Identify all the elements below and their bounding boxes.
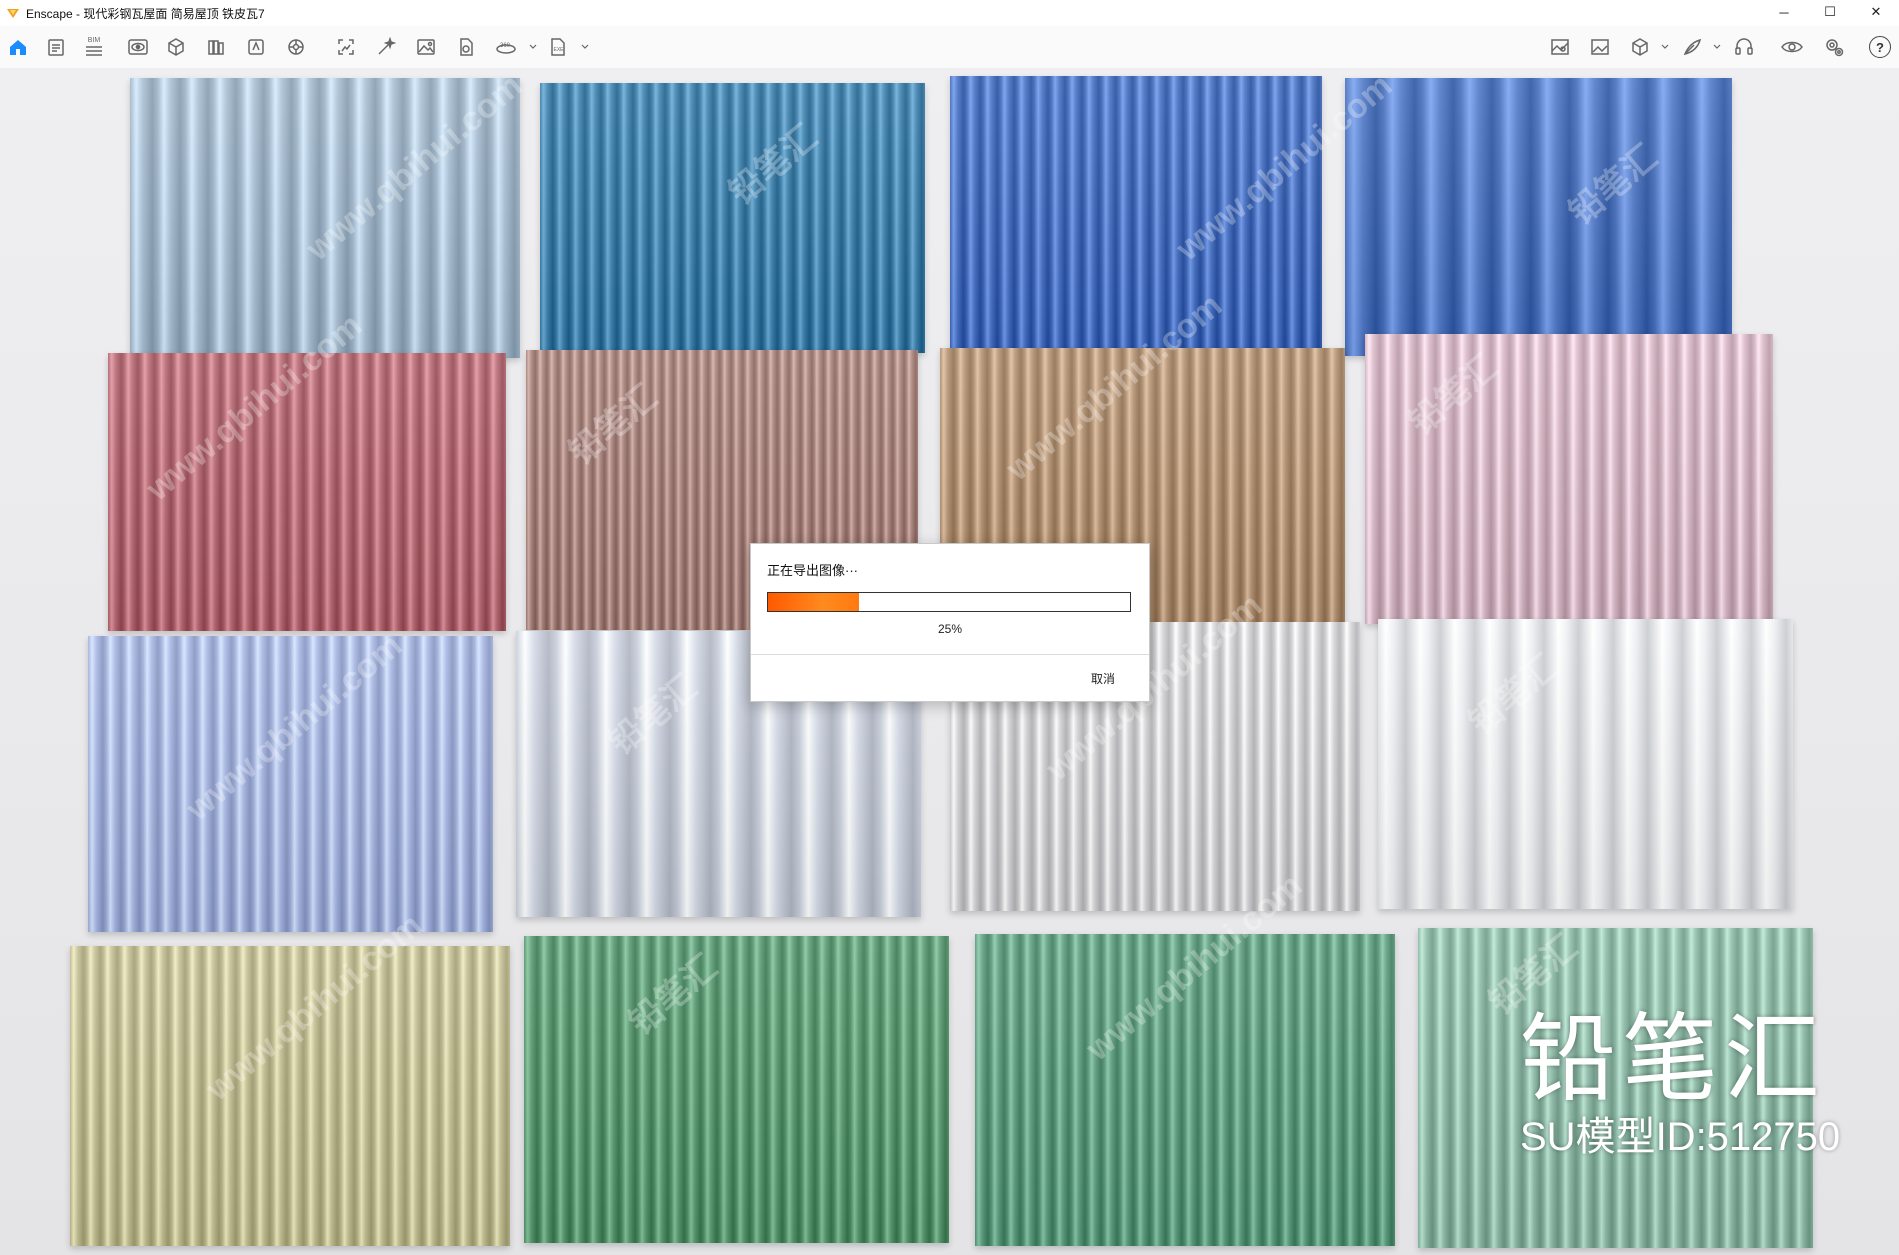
eye-icon[interactable] [126, 35, 150, 59]
help-icon[interactable]: ? [1868, 35, 1892, 59]
corrugated-panel [540, 83, 925, 353]
exe-export-icon[interactable]: EXE [546, 35, 570, 59]
progress-fill [768, 593, 859, 611]
box-view-icon[interactable] [1628, 35, 1652, 59]
dialog-divider [751, 654, 1149, 655]
corrugated-panel [88, 636, 493, 932]
svg-text:EXE: EXE [554, 47, 565, 53]
corrugated-panel [524, 936, 949, 1243]
dialog-title: 正在导出图像··· [767, 563, 858, 578]
library-icon[interactable] [204, 35, 228, 59]
visibility-icon[interactable] [1780, 35, 1804, 59]
home-icon[interactable] [6, 35, 30, 59]
corrugated-panel [70, 946, 510, 1246]
bim-icon[interactable]: BIM [82, 35, 106, 59]
window-title: Enscape - 现代彩钢瓦屋面 简易屋顶 铁皮瓦7 [26, 6, 265, 21]
panorama-360-icon[interactable]: 360 [494, 35, 518, 59]
toolbar: BIM 360 EXE ? [0, 26, 1899, 90]
help-label: ? [1869, 36, 1891, 58]
document-icon[interactable] [44, 35, 68, 59]
magic-wand-icon[interactable] [374, 35, 398, 59]
cancel-button[interactable]: 取消 [1091, 670, 1115, 687]
corrugated-panel [1378, 619, 1793, 909]
feather-icon[interactable] [1680, 35, 1704, 59]
asset-icon[interactable] [244, 35, 268, 59]
svg-text:360: 360 [500, 43, 511, 49]
gear-icon[interactable] [1822, 35, 1846, 59]
progress-bar [767, 592, 1131, 612]
brand-watermark: 铅笔汇 SU模型ID:512750 [1520, 1010, 1840, 1160]
screenshot-icon[interactable] [334, 35, 358, 59]
map-icon[interactable] [1548, 35, 1572, 59]
window-controls: ─ ☐ ✕ [1761, 0, 1899, 26]
corrugated-panel [950, 76, 1322, 356]
chevron-down-icon[interactable] [1712, 42, 1722, 52]
export-icon[interactable] [454, 35, 478, 59]
maximize-button[interactable]: ☐ [1807, 0, 1853, 24]
chevron-down-icon[interactable] [528, 42, 538, 52]
gallery-icon[interactable] [1588, 35, 1612, 59]
cube-icon[interactable] [164, 35, 188, 59]
close-button[interactable]: ✕ [1853, 0, 1899, 24]
title-bar: Enscape - 现代彩钢瓦屋面 简易屋顶 铁皮瓦7 ─ ☐ ✕ [0, 0, 1899, 26]
model-id: SU模型ID:512750 [1520, 1115, 1841, 1159]
corrugated-panel [1365, 334, 1773, 624]
settings-wheel-icon[interactable] [284, 35, 308, 59]
enscape-logo-icon [7, 9, 19, 18]
headset-icon[interactable] [1732, 35, 1756, 59]
image-icon[interactable] [414, 35, 438, 59]
corrugated-panel [1345, 78, 1732, 356]
corrugated-panel [130, 78, 520, 358]
brand-name: 铅笔汇 [1520, 1006, 1826, 1113]
chevron-down-icon[interactable] [1660, 42, 1670, 52]
export-progress-dialog: 正在导出图像··· 25% 取消 [750, 543, 1150, 702]
chevron-down-icon[interactable] [580, 42, 590, 52]
bim-label: BIM [87, 37, 101, 44]
corrugated-panel [975, 934, 1395, 1246]
progress-percent: 25% [937, 622, 963, 636]
minimize-button[interactable]: ─ [1761, 0, 1807, 24]
corrugated-panel [108, 353, 506, 631]
